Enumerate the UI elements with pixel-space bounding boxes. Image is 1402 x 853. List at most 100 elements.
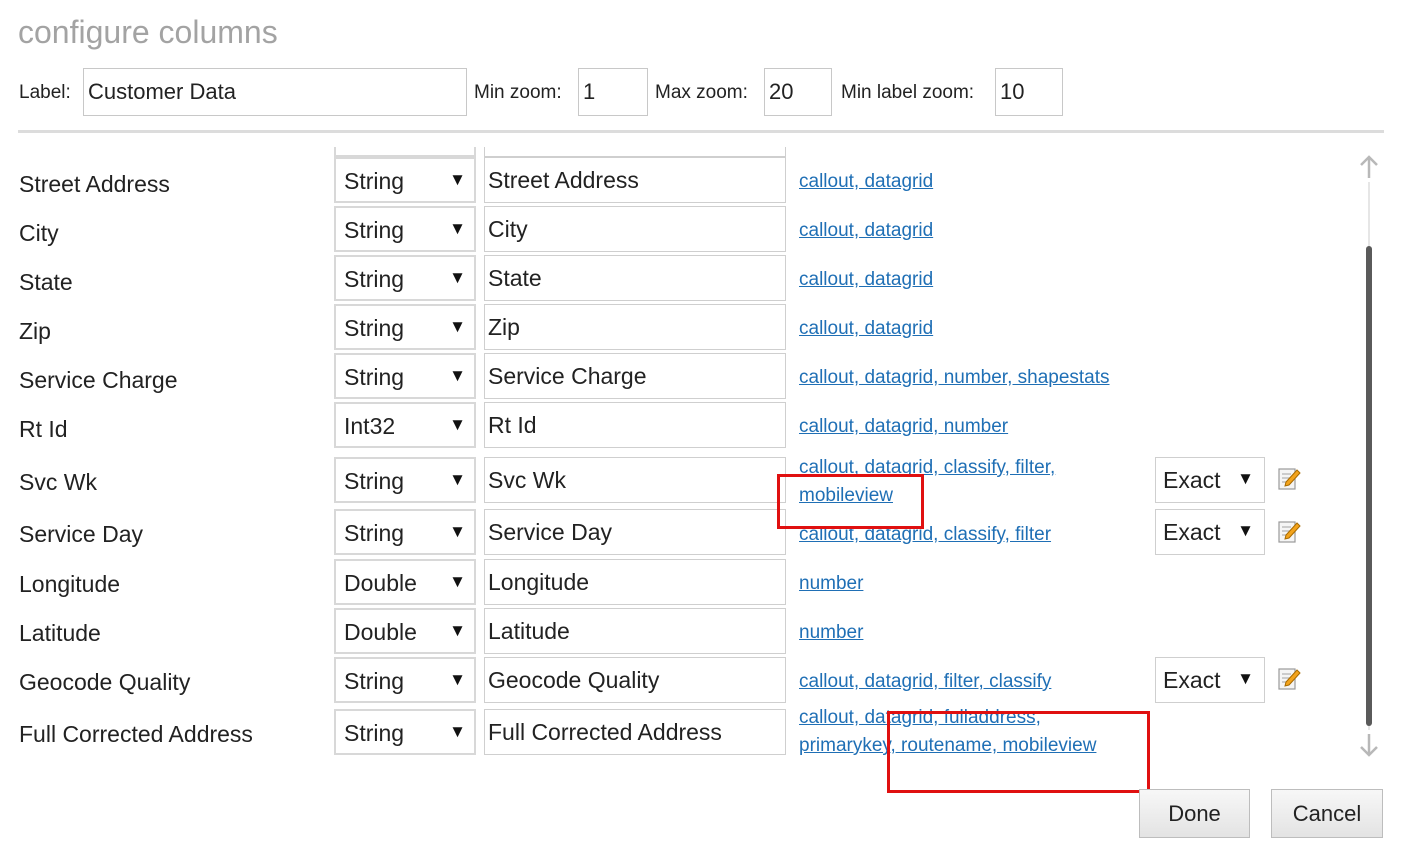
column-name: Geocode Quality	[19, 669, 191, 695]
edit-pencil-icon[interactable]	[1277, 519, 1301, 545]
alias-value: State	[488, 265, 542, 291]
edit-pencil-icon[interactable]	[1277, 466, 1301, 492]
alias-value: Full Corrected Address	[488, 719, 722, 745]
column-uses-link[interactable]: number	[799, 570, 863, 598]
alias-value: City	[488, 216, 528, 242]
alias-value: Zip	[488, 314, 520, 340]
type-select[interactable]: Int32 ▼	[334, 402, 476, 448]
match-type-value: Exact	[1163, 667, 1221, 693]
alias-input[interactable]: Longitude	[484, 559, 786, 605]
type-select[interactable]: String ▼	[334, 304, 476, 350]
type-select[interactable]: String ▼	[334, 157, 476, 203]
triangle-down-icon: ▼	[449, 170, 466, 189]
type-value: String	[344, 364, 405, 390]
max-zoom-input[interactable]	[764, 68, 832, 116]
triangle-down-icon: ▼	[449, 572, 466, 591]
column-uses-link[interactable]: callout, datagrid	[799, 217, 933, 245]
column-uses-link[interactable]: callout, datagrid	[799, 168, 933, 196]
dialog-title: configure columns	[18, 14, 278, 50]
arrow-up-icon[interactable]	[1358, 152, 1380, 182]
type-select[interactable]: Double ▼	[334, 608, 476, 654]
column-name: City	[19, 220, 59, 246]
label-caption: Label:	[19, 82, 71, 103]
column-name: Svc Wk	[19, 469, 97, 495]
column-name: State	[19, 269, 73, 295]
alias-value: Svc Wk	[488, 467, 566, 493]
highlight-box-mobileview	[777, 474, 924, 529]
alias-input[interactable]: Street Address	[484, 157, 786, 203]
type-value: String	[344, 520, 405, 546]
triangle-down-icon: ▼	[1237, 521, 1254, 540]
alias-value: Street Address	[488, 167, 639, 193]
type-select[interactable]: String ▼	[334, 255, 476, 301]
type-value: Double	[344, 570, 417, 596]
type-value: String	[344, 168, 405, 194]
type-select[interactable]: String ▼	[334, 206, 476, 252]
scrollbar-thumb[interactable]	[1366, 246, 1372, 726]
match-type-select[interactable]: Exact ▼	[1155, 457, 1265, 503]
alias-input[interactable]: State	[484, 255, 786, 301]
alias-input[interactable]: Zip	[484, 304, 786, 350]
max-zoom-caption: Max zoom:	[655, 82, 748, 103]
arrow-down-icon[interactable]	[1358, 730, 1380, 760]
min-zoom-input[interactable]	[578, 68, 648, 116]
alias-input[interactable]: Svc Wk	[484, 457, 786, 503]
alias-input[interactable]: Service Charge	[484, 353, 786, 399]
column-uses-link[interactable]: callout, datagrid, filter, classify	[799, 668, 1051, 696]
type-select[interactable]: String ▼	[334, 353, 476, 399]
cancel-button[interactable]: Cancel	[1271, 789, 1383, 838]
triangle-down-icon: ▼	[449, 722, 466, 741]
match-type-value: Exact	[1163, 467, 1221, 493]
column-uses-link[interactable]: callout, datagrid	[799, 315, 933, 343]
type-select[interactable]: Double ▼	[334, 559, 476, 605]
column-name: Service Day	[19, 521, 143, 547]
triangle-down-icon: ▼	[449, 470, 466, 489]
done-button[interactable]: Done	[1139, 789, 1250, 838]
match-type-value: Exact	[1163, 519, 1221, 545]
min-label-zoom-input[interactable]	[995, 68, 1063, 116]
label-input[interactable]	[83, 68, 467, 116]
partial-alias-input	[484, 147, 786, 157]
alias-input[interactable]: Service Day	[484, 509, 786, 555]
triangle-down-icon: ▼	[449, 268, 466, 287]
column-uses-link[interactable]: callout, datagrid	[799, 266, 933, 294]
alias-input[interactable]: Latitude	[484, 608, 786, 654]
header-divider	[18, 130, 1384, 133]
column-uses-link[interactable]: callout, datagrid, number	[799, 413, 1008, 441]
triangle-down-icon: ▼	[1237, 469, 1254, 488]
type-select[interactable]: String ▼	[334, 509, 476, 555]
edit-pencil-icon[interactable]	[1277, 666, 1301, 692]
alias-input[interactable]: City	[484, 206, 786, 252]
triangle-down-icon: ▼	[449, 366, 466, 385]
type-value: Double	[344, 619, 417, 645]
min-zoom-caption: Min zoom:	[474, 82, 562, 103]
column-uses-link[interactable]: number	[799, 619, 863, 647]
type-value: String	[344, 468, 405, 494]
type-select[interactable]: String ▼	[334, 709, 476, 755]
match-type-select[interactable]: Exact ▼	[1155, 509, 1265, 555]
columns-list[interactable]: Street Address String ▼ Street Address c…	[0, 147, 1360, 767]
column-name: Latitude	[19, 620, 101, 646]
triangle-down-icon: ▼	[449, 621, 466, 640]
type-select[interactable]: String ▼	[334, 457, 476, 503]
min-label-zoom-caption: Min label zoom:	[841, 82, 975, 103]
alias-input[interactable]: Rt Id	[484, 402, 786, 448]
triangle-down-icon: ▼	[449, 522, 466, 541]
type-value: String	[344, 266, 405, 292]
column-name: Full Corrected Address	[19, 721, 253, 747]
alias-value: Rt Id	[488, 412, 537, 438]
partial-type-select	[334, 147, 476, 157]
alias-input[interactable]: Geocode Quality	[484, 657, 786, 703]
column-name: Street Address	[19, 171, 170, 197]
type-value: String	[344, 668, 405, 694]
type-select[interactable]: String ▼	[334, 657, 476, 703]
type-value: Int32	[344, 413, 396, 439]
alias-input[interactable]: Full Corrected Address	[484, 709, 786, 755]
column-uses-link[interactable]: callout, datagrid, number, shapestats	[799, 364, 1110, 392]
triangle-down-icon: ▼	[1237, 669, 1254, 688]
column-name: Longitude	[19, 571, 121, 597]
alias-value: Latitude	[488, 618, 570, 644]
match-type-select[interactable]: Exact ▼	[1155, 657, 1265, 703]
triangle-down-icon: ▼	[449, 317, 466, 336]
column-name: Zip	[19, 318, 51, 344]
